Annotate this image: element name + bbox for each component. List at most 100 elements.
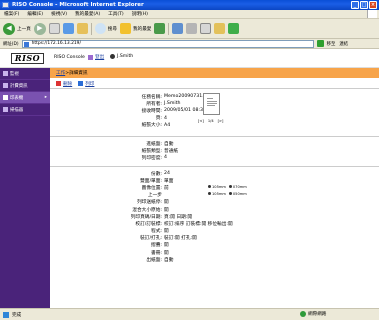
- favorites-label: 我的最愛: [133, 26, 152, 32]
- paper-type-label: 紙張類型:: [141, 148, 162, 154]
- settings-section: 份數: 24 雙面/單面: 單面 圖像位置: 前 上一步 105mm 070mm 10…: [50, 167, 379, 263]
- home-icon[interactable]: [76, 23, 88, 34]
- history-icon[interactable]: [154, 23, 166, 34]
- user-label: J.Smith: [117, 54, 134, 59]
- position-dot-icon: [208, 192, 211, 195]
- page-done-icon: [3, 311, 9, 318]
- print-date-value: 頁:開 日期:開: [164, 214, 193, 220]
- menu-tools[interactable]: 工具(T): [108, 11, 124, 17]
- step-option-label: 105mm: [212, 192, 226, 196]
- booklet-label: 書冊:: [151, 250, 162, 256]
- menu-view[interactable]: 檢視(V): [51, 11, 67, 17]
- back-button[interactable]: ◀ 上一頁: [3, 22, 31, 35]
- job-name-label: 任務名稱:: [141, 94, 162, 100]
- duplex-value: 單面: [164, 178, 174, 184]
- paper-type-value: 普通紙: [164, 148, 179, 154]
- ie-icon: [2, 2, 9, 8]
- favorites-button[interactable]: 我的最愛: [120, 23, 151, 34]
- print-icon[interactable]: [186, 23, 198, 34]
- sidebar: 監視 計費資訊 印表機 ▸ 掃描器: [0, 68, 50, 308]
- menu-help[interactable]: 說明(H): [132, 11, 148, 17]
- image-pos-option-label: 105mm: [212, 185, 226, 189]
- menu-bar: 檔案(F) 編輯(E) 檢視(V) 我的最愛(A) 工具(T) 說明(H): [0, 10, 379, 19]
- logout-link[interactable]: 登出: [88, 54, 104, 60]
- go-button[interactable]: 移至: [327, 41, 336, 47]
- app-name: RISO Console: [54, 55, 85, 60]
- step-label: 上一步: [147, 193, 162, 199]
- booklet-value: 開: [164, 250, 169, 256]
- sidebar-item-printer[interactable]: 印表機 ▸: [0, 92, 50, 104]
- close-button[interactable]: ×: [369, 1, 377, 9]
- chevron-right-icon: ▸: [44, 95, 47, 100]
- search-button[interactable]: 搜尋: [94, 23, 117, 34]
- menu-favorites[interactable]: 我的最愛(A): [75, 11, 100, 17]
- address-input[interactable]: https://172.16.13.219/: [21, 39, 314, 48]
- received-value: 2009/05/01 08:35: [164, 108, 207, 114]
- paper-section: 進紙盤: 自動 紙張類型: 普通紙 列印密度: 4: [50, 137, 379, 167]
- print-button[interactable]: 列印: [78, 81, 94, 87]
- sidebar-item-billing[interactable]: 計費資訊: [0, 80, 50, 92]
- toolbar-divider: [168, 22, 170, 35]
- window-titlebar: RISO Console - Microsoft Internet Explor…: [0, 0, 379, 10]
- window-title: RISO Console - Microsoft Internet Explor…: [12, 2, 144, 8]
- step-option-label: 050mm: [232, 192, 247, 196]
- action-bar: 刪除 列印: [50, 79, 379, 89]
- thumbnail-line: [207, 98, 213, 99]
- back-label: 上一頁: [17, 26, 31, 32]
- image-pos-value: 前: [164, 185, 169, 191]
- image-pos-option: 105mm: [208, 185, 226, 189]
- mail-icon[interactable]: [172, 23, 184, 34]
- owner-value: J.Smith: [164, 101, 181, 107]
- go-arrow-icon[interactable]: [316, 40, 324, 47]
- step-option: 050mm: [228, 192, 247, 196]
- zone-label: 網際網路: [308, 312, 327, 317]
- thumb-prev-button[interactable]: [<]: [198, 119, 204, 123]
- tray-value: 自動: [164, 141, 174, 147]
- app-header: RISO RISO Console 登出 J.Smith: [0, 49, 379, 68]
- riso-logo: RISO: [11, 53, 44, 64]
- stop-icon[interactable]: [48, 23, 60, 34]
- image-pos-option: 070mm: [228, 185, 247, 189]
- status-bar: 完成 網際網路: [0, 308, 379, 320]
- sidebar-item-label: 監視: [10, 71, 19, 77]
- mixed-size-value: 開: [164, 207, 169, 213]
- sidebar-item-label: 掃描器: [10, 107, 24, 113]
- position-dot-icon: [228, 192, 232, 195]
- program-label: 程式:: [151, 229, 162, 235]
- page-icon: [23, 41, 29, 47]
- address-bar: 網址(D) https://172.16.13.219/ 移至 連結: [0, 39, 379, 49]
- maximize-button[interactable]: □: [360, 1, 368, 9]
- windows-logo-icon: [367, 10, 377, 18]
- delete-button[interactable]: 刪除: [56, 81, 72, 87]
- menu-file[interactable]: 檔案(F): [4, 11, 19, 17]
- tray-label: 進紙盤:: [146, 141, 162, 147]
- image-pos-option-label: 070mm: [232, 185, 247, 189]
- breadcrumb: 工作 > 詳細資訊: [50, 68, 379, 78]
- thumb-page-indicator: 1/4: [207, 119, 214, 123]
- job-details-section: 任務名稱: Memo20090731.doc 所有者: J.Smith 接收時間: 2…: [50, 89, 379, 137]
- main-content: 工作 > 詳細資訊 刪除 列印 任務名稱: Memo20090731.doc 所有…: [50, 68, 379, 308]
- status-text: 完成: [12, 312, 22, 318]
- refresh-icon[interactable]: [62, 23, 74, 34]
- address-label: 網址(D): [3, 41, 19, 47]
- sidebar-item-label: 計費資訊: [10, 83, 28, 89]
- discuss-icon[interactable]: [214, 23, 226, 34]
- edit-icon[interactable]: [200, 23, 212, 34]
- print-icon: [78, 81, 84, 86]
- links-button[interactable]: 連結: [339, 41, 348, 47]
- forward-button[interactable]: ▶: [33, 22, 46, 35]
- menu-edit[interactable]: 編輯(E): [27, 11, 43, 17]
- sidebar-item-monitor[interactable]: 監視: [0, 68, 50, 80]
- fold-value: 開: [164, 243, 169, 249]
- mixed-size-label: 混合大小原始:: [132, 207, 162, 213]
- density-label: 列印密度:: [141, 155, 162, 161]
- sidebar-item-scanner[interactable]: 掃描器: [0, 104, 50, 116]
- minimize-button[interactable]: _: [351, 1, 359, 9]
- breadcrumb-jobs-link[interactable]: 工作: [56, 70, 65, 76]
- paper-size-label: 紙張大小:: [141, 123, 162, 129]
- messenger-icon[interactable]: [228, 23, 240, 34]
- image-pos-label: 圖像位置:: [141, 185, 162, 191]
- thumb-next-button[interactable]: [>]: [218, 119, 224, 123]
- print-label: 列印: [85, 81, 95, 87]
- window-controls: _ □ ×: [351, 1, 377, 9]
